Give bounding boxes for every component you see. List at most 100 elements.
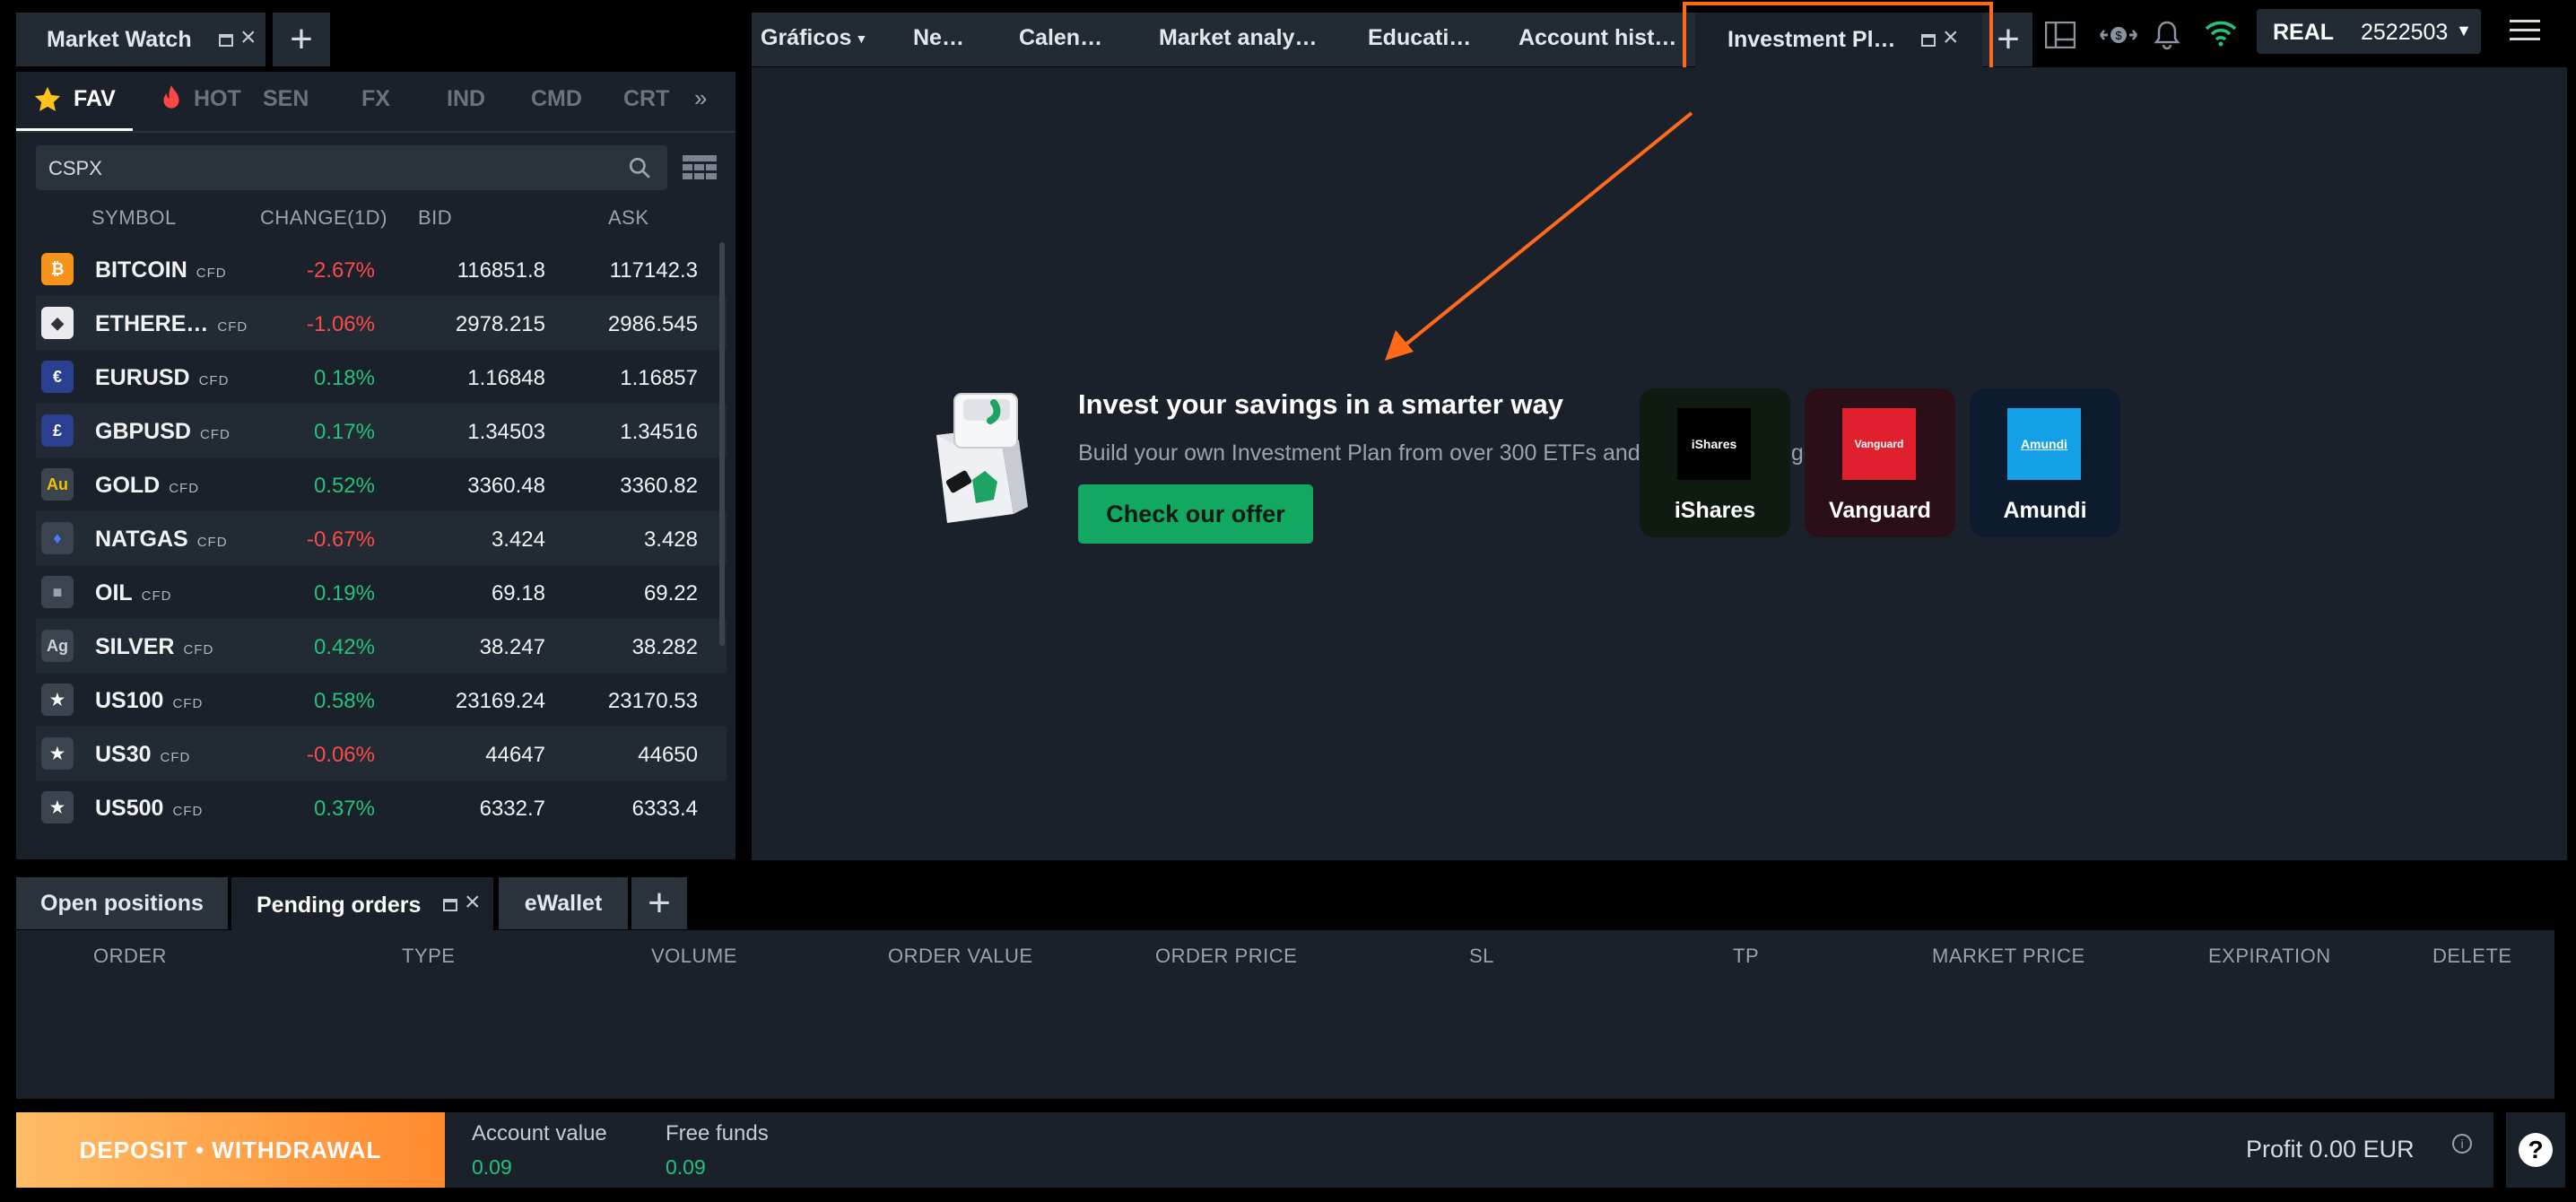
account-selector[interactable]: REAL 2522503 ▼ (2257, 9, 2481, 54)
ask-price[interactable]: 117142.3 (610, 258, 698, 283)
ask-price[interactable]: 38.282 (632, 635, 698, 660)
add-tab-button[interactable]: + (1986, 13, 2031, 66)
column-header-sl[interactable]: SL (1469, 945, 1494, 968)
market-watch-tab[interactable]: Market Watch × (16, 13, 265, 66)
ask-price[interactable]: 6333.4 (632, 797, 698, 822)
add-panel-button[interactable]: + (273, 13, 330, 66)
column-header-ask[interactable]: ASK (608, 206, 649, 230)
list-item[interactable]: £ GBPUSD CFD 0.17% 1.34503 1.34516 (36, 404, 727, 457)
bid-price[interactable]: 69.18 (492, 581, 545, 606)
list-item[interactable]: ★ US100 CFD 0.58% 23169.24 23170.53 (36, 673, 727, 727)
category-tab-cmd[interactable]: CMD (531, 86, 582, 112)
list-item[interactable]: ■ OIL CFD 0.19% 69.18 69.22 (36, 565, 727, 619)
bid-price[interactable]: 23169.24 (456, 689, 545, 714)
layout-icon[interactable] (2045, 22, 2076, 48)
column-header-symbol[interactable]: SYMBOL (91, 206, 177, 230)
column-header-volume[interactable]: VOLUME (651, 945, 737, 968)
ask-price[interactable]: 44650 (638, 743, 698, 768)
category-tab-ind[interactable]: IND (447, 86, 485, 112)
column-header-order-value[interactable]: ORDER VALUE (888, 945, 1033, 968)
maximize-icon[interactable] (219, 34, 233, 47)
category-tab-fav[interactable]: FAV (16, 72, 133, 131)
tab-account-history[interactable]: Account hist… (1519, 25, 1676, 51)
tab-market-analysis[interactable]: Market analy… (1159, 25, 1317, 51)
tab-calendar[interactable]: Calen… (1019, 25, 1102, 51)
ask-price[interactable]: 2986.545 (608, 312, 698, 337)
scroll-right-icon[interactable]: » (694, 84, 707, 112)
brand-card-amundi[interactable]: Amundi Amundi (1970, 388, 2120, 537)
maximize-icon[interactable] (443, 899, 457, 911)
fire-icon (163, 85, 179, 109)
deposit-withdrawal-button[interactable]: DEPOSIT • WITHDRAWAL (16, 1112, 445, 1188)
ask-price[interactable]: 3360.82 (620, 474, 698, 499)
close-icon[interactable]: × (240, 24, 257, 51)
column-header-change[interactable]: CHANGE(1D) (260, 206, 387, 230)
ask-price[interactable]: 23170.53 (608, 689, 698, 714)
bell-icon[interactable] (2153, 20, 2181, 50)
category-tab-hot[interactable]: HOT (144, 72, 251, 131)
tab-ewallet[interactable]: eWallet (499, 877, 628, 929)
ask-price[interactable]: 1.34516 (620, 420, 698, 445)
ask-price[interactable]: 69.22 (644, 581, 698, 606)
category-label: HOT (194, 86, 241, 111)
list-item[interactable]: Au GOLD CFD 0.52% 3360.48 3360.82 (36, 457, 727, 511)
bid-price[interactable]: 3.424 (492, 527, 545, 553)
brand-card-vanguard[interactable]: Vanguard Vanguard (1805, 388, 1955, 537)
tab-news[interactable]: Ne… (913, 25, 964, 51)
bid-price[interactable]: 1.16848 (467, 366, 545, 391)
help-button[interactable]: ? (2506, 1112, 2565, 1188)
list-item[interactable]: ◆ ETHERE… CFD -1.06% 2978.215 2986.545 (36, 296, 727, 350)
symbol-label: NATGAS (95, 527, 188, 552)
bid-price[interactable]: 44647 (485, 743, 545, 768)
search-box[interactable]: CSPX (36, 145, 667, 190)
column-header-tp[interactable]: TP (1733, 945, 1759, 968)
list-item[interactable]: € EURUSD CFD 0.18% 1.16848 1.16857 (36, 350, 727, 404)
info-icon[interactable]: i (2452, 1134, 2472, 1154)
list-item[interactable]: Ag SILVER CFD 0.42% 38.247 38.282 (36, 619, 727, 673)
cfd-badge: CFD (172, 804, 204, 819)
hamburger-menu-icon[interactable] (2510, 20, 2540, 43)
category-tab-sen[interactable]: SEN (263, 86, 309, 112)
column-header-expiration[interactable]: EXPIRATION (2208, 945, 2331, 968)
bid-price[interactable]: 3360.48 (467, 474, 545, 499)
list-item[interactable]: ★ US30 CFD -0.06% 44647 44650 (36, 727, 727, 780)
category-tab-crt[interactable]: CRT (623, 86, 669, 112)
tab-pending-orders[interactable]: Pending orders × (231, 877, 493, 931)
tab-graficos[interactable]: Gráficos ▼ (761, 25, 867, 51)
list-item[interactable]: ♦ NATGAS CFD -0.67% 3.424 3.428 (36, 511, 727, 565)
gold-icon: Au (41, 468, 74, 501)
tab-open-positions[interactable]: Open positions (16, 877, 228, 929)
scrollbar[interactable] (719, 242, 725, 646)
bid-price[interactable]: 2978.215 (456, 312, 545, 337)
bid-price[interactable]: 38.247 (480, 635, 545, 660)
search-input[interactable]: CSPX (48, 157, 102, 180)
tab-education[interactable]: Educati… (1368, 25, 1471, 51)
add-bottom-tab-button[interactable]: + (631, 877, 687, 929)
list-item[interactable]: ★ US500 CFD 0.37% 6332.7 6333.4 (36, 780, 727, 834)
bid-price[interactable]: 116851.8 (457, 258, 545, 283)
close-icon[interactable]: × (465, 889, 481, 916)
wifi-icon (2205, 21, 2237, 47)
column-header-order[interactable]: ORDER (93, 945, 167, 968)
bid-price[interactable]: 1.34503 (467, 420, 545, 445)
column-header-order-price[interactable]: ORDER PRICE (1155, 945, 1297, 968)
transfer-icon[interactable]: $ (2099, 20, 2138, 50)
column-header-market-price[interactable]: MARKET PRICE (1932, 945, 2085, 968)
check-offer-button[interactable]: Check our offer (1078, 484, 1313, 544)
tab-label: Gráficos (761, 25, 852, 50)
symbol-label: ETHERE… (95, 311, 209, 336)
ask-price[interactable]: 1.16857 (620, 366, 698, 391)
brand-card-ishares[interactable]: iShares iShares (1640, 388, 1790, 537)
column-header-type[interactable]: TYPE (402, 945, 455, 968)
ask-price[interactable]: 3.428 (644, 527, 698, 553)
plus-icon: + (1997, 17, 2020, 61)
column-header-bid[interactable]: BID (418, 206, 452, 230)
column-header-delete[interactable]: DELETE (2432, 945, 2512, 968)
symbol-name: NATGAS CFD (95, 527, 228, 553)
plus-icon: + (290, 17, 313, 61)
category-tab-fx[interactable]: FX (361, 86, 390, 112)
grid-view-icon[interactable] (682, 154, 718, 181)
bid-price[interactable]: 6332.7 (480, 797, 545, 822)
search-icon[interactable] (628, 156, 651, 179)
list-item[interactable]: ₿ BITCOIN CFD -2.67% 116851.8 117142.3 (36, 242, 727, 296)
